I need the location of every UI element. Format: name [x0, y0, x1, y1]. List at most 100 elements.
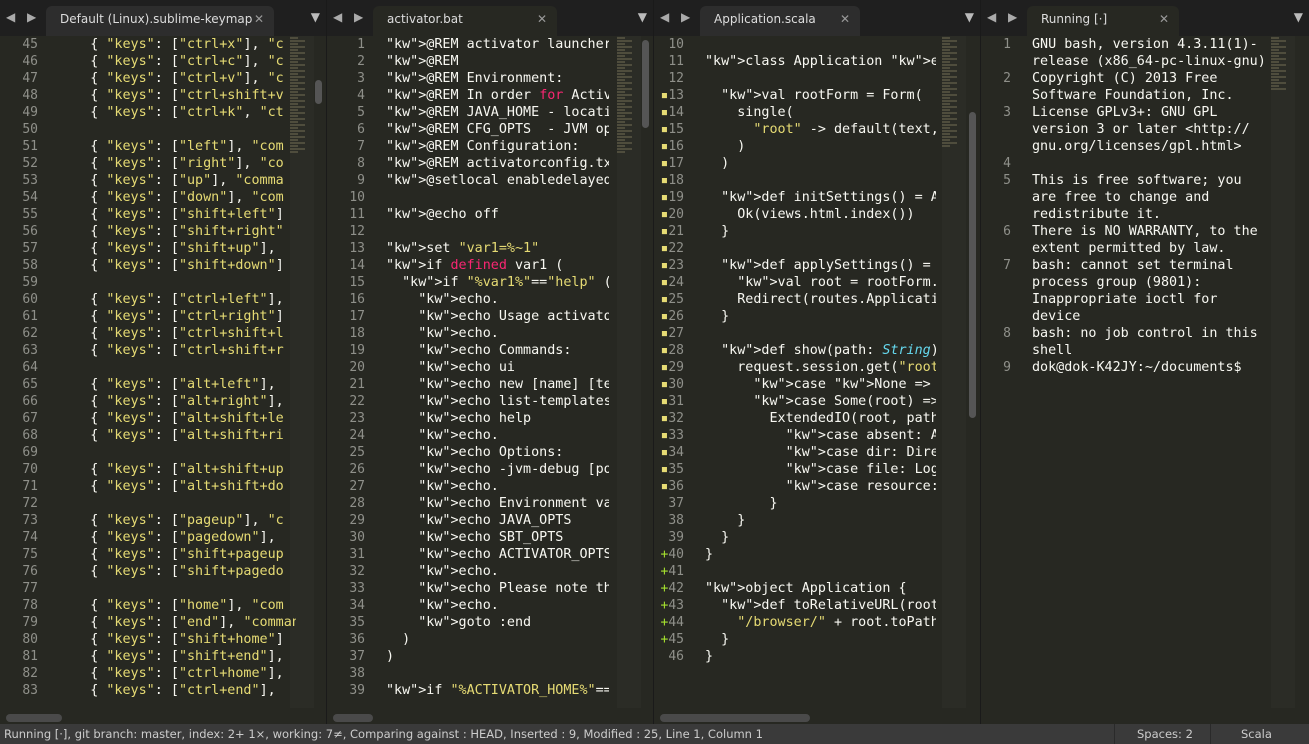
code-editor[interactable]: 10 11 12 ▪13 ▪14 ▪15 ▪16 ▪17 ▪18 ▪19 ▪20 ▪21 ▪22 ▪23 ▪… — [654, 36, 980, 708]
terminal-line: process group (9801): — [1032, 275, 1202, 290]
line-number: 69 — [22, 445, 38, 460]
tab-dropdown-icon[interactable]: ▼ — [1294, 10, 1303, 24]
indentation-selector[interactable]: Spaces: 2 — [1114, 724, 1215, 744]
line-number — [981, 206, 1011, 223]
minimap-line — [617, 52, 632, 54]
code-line: "kw">def toRelativeURL(root: Fil — [721, 598, 936, 613]
horizontal-scrollbar[interactable] — [6, 714, 62, 722]
minimap[interactable] — [1271, 36, 1295, 708]
line-number: 31 — [349, 547, 365, 562]
code-editor[interactable]: 45 46 47 48 49 50 51 52 53 54 55 56 57 58 59 60 61 62 63 64… — [0, 36, 326, 708]
minimap-line — [942, 64, 957, 66]
code-line: "kw">def applySettings() = Actio — [721, 258, 931, 273]
close-icon[interactable]: ✕ — [254, 6, 264, 32]
vertical-scrollbar[interactable] — [315, 80, 322, 104]
line-number: 78 — [22, 598, 38, 613]
code-line: { "keys": ["ctrl+home"], — [58, 666, 284, 681]
syntax-selector[interactable]: Scala — [1210, 724, 1294, 744]
terminal-line: shell — [1032, 343, 1073, 358]
minimap[interactable] — [942, 36, 966, 708]
minimap-line — [617, 64, 632, 66]
terminal-text[interactable]: GNU bash, version 4.3.11(1)- release (x86… — [1032, 36, 1269, 708]
horizontal-scrollbar[interactable] — [333, 714, 373, 722]
line-number: 59 — [22, 275, 38, 290]
tab-nav-arrows-icon[interactable]: ◀ ▶ — [987, 10, 1021, 24]
terminal-line: Inappropriate ioctl for — [1032, 292, 1218, 307]
line-number: 83 — [22, 683, 38, 698]
line-number: 19 — [349, 343, 365, 358]
tab-dropdown-icon[interactable]: ▼ — [638, 10, 647, 24]
minimap-line — [1271, 58, 1286, 60]
minimap-line — [942, 67, 950, 69]
close-icon[interactable]: ✕ — [1159, 6, 1169, 32]
minimap-line — [942, 40, 957, 42]
code-editor[interactable]: 1 2 3 4 5 6 7 8 9 10 11 12 13 14 15 16 17 18 19 20 21 22 23 24 2… — [327, 36, 653, 708]
tab-dropdown-icon[interactable]: ▼ — [311, 10, 320, 24]
code-line: "kw">if "%var1%"=="help" ( — [402, 275, 609, 290]
tab-nav-arrows-icon[interactable]: ◀ ▶ — [333, 10, 367, 24]
tab-keymap[interactable]: Default (Linux).sublime-keymap ✕ — [46, 6, 274, 36]
minimap-line — [942, 37, 950, 39]
minimap-line — [617, 85, 625, 87]
minimap-line — [290, 73, 298, 75]
tab-nav-arrows-icon[interactable]: ◀ ▶ — [660, 10, 694, 24]
tab-nav-arrows-icon[interactable]: ◀ ▶ — [6, 10, 40, 24]
line-number: 37 — [349, 649, 365, 664]
line-gutter: 45 46 47 48 49 50 51 52 53 54 55 56 57 58 59 60 61 62 63 64… — [0, 36, 38, 708]
horizontal-scrollbar[interactable] — [660, 714, 810, 722]
minimap-line — [290, 136, 305, 138]
line-number: 2 — [1003, 71, 1011, 86]
minimap[interactable] — [617, 36, 641, 708]
minimap-line — [290, 118, 305, 120]
line-number — [981, 274, 1011, 291]
line-number: 53 — [22, 173, 38, 188]
line-number: 12 — [349, 224, 365, 239]
line-number: ▪30 — [660, 377, 684, 392]
close-icon[interactable]: ✕ — [840, 6, 850, 32]
line-number: 80 — [22, 632, 38, 647]
minimap-line — [290, 142, 305, 144]
minimap-line — [1271, 67, 1279, 69]
editor-pane-keymap: ◀ ▶ Default (Linux).sublime-keymap ✕ ▼ 4… — [0, 0, 327, 724]
line-number: ▪28 — [660, 343, 684, 358]
tab-application-scala[interactable]: Application.scala ✕ — [700, 6, 860, 36]
minimap-line — [290, 109, 298, 111]
line-number — [981, 53, 1011, 70]
vertical-scrollbar[interactable] — [969, 112, 976, 418]
tab-running-terminal[interactable]: Running [·] ✕ — [1027, 6, 1179, 36]
line-number: 9 — [357, 173, 365, 188]
close-icon[interactable]: ✕ — [537, 6, 547, 32]
line-number: 62 — [22, 326, 38, 341]
tab-dropdown-icon[interactable]: ▼ — [965, 10, 974, 24]
line-number: 11 — [668, 54, 684, 69]
line-number: +40 — [660, 547, 684, 562]
line-number: 4 — [1003, 156, 1011, 171]
line-number — [981, 291, 1011, 308]
minimap-line — [942, 115, 950, 117]
line-number: 46 — [668, 649, 684, 664]
minimap-line — [1271, 49, 1279, 51]
minimap-line — [290, 127, 298, 129]
code-text[interactable]: "kw">@REM activator launcher scri "kw">@R… — [386, 36, 609, 708]
code-line: "kw">echo. — [418, 598, 499, 613]
minimap-line — [617, 145, 625, 147]
terminal-output[interactable]: 1 2 3 4 5 6 7 8 9 GNU bash, version 4.3.11(1)- re… — [981, 36, 1309, 708]
terminal-line: Software Foundation, Inc. — [1032, 88, 1234, 103]
tab-activator[interactable]: activator.bat ✕ — [373, 6, 557, 36]
terminal-line: release (x86_64-pc-linux-gnu) — [1032, 54, 1266, 69]
vertical-scrollbar[interactable] — [642, 40, 649, 128]
code-line: "kw">class Application "kw">extends Con — [705, 54, 936, 69]
minimap-line — [942, 106, 957, 108]
code-line: "kw">case dir: Directory — [785, 445, 936, 460]
code-line: { "keys": ["alt+shift+up — [58, 462, 284, 477]
code-text[interactable]: { "keys": ["ctrl+x"], "c { "keys": ["ctr… — [58, 36, 296, 708]
code-line: "kw">object Application { — [705, 581, 907, 596]
line-number: 5 — [357, 105, 365, 120]
minimap[interactable] — [290, 36, 314, 708]
code-line: "kw">case resource: Reso — [785, 479, 936, 494]
code-text[interactable]: "kw">class Application "kw">extends Con … — [705, 36, 936, 708]
line-number: +42 — [660, 581, 684, 596]
line-number: 50 — [22, 122, 38, 137]
line-number: ▪25 — [660, 292, 684, 307]
